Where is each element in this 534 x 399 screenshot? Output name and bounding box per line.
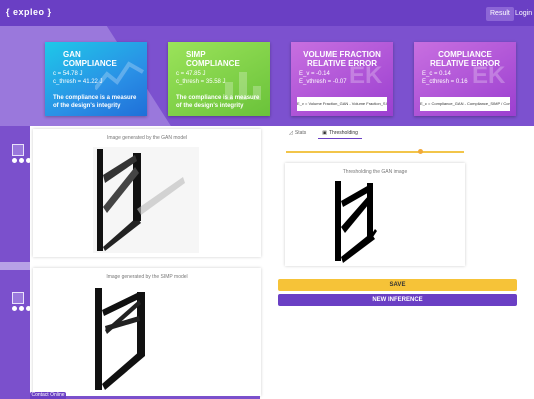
simp-image-panel: Image generated by the SIMP model — [33, 268, 261, 396]
card-title-line: SIMP — [186, 50, 206, 59]
compliance-thresh-value: c_thresh = 41.22 J — [53, 79, 103, 85]
error-formula: E_v = Volume Fraction_GAN - Volume Fract… — [297, 97, 387, 111]
result-button[interactable]: Result — [486, 7, 514, 21]
card-title: SIMP COMPLIANCE — [186, 50, 270, 68]
new-inference-button[interactable]: NEW INFERENCE — [278, 294, 517, 306]
card-title-line: VOLUME FRACTION — [303, 50, 381, 59]
card-title-line: RELATIVE ERROR — [306, 59, 378, 68]
contact-online-button[interactable]: Contact Online — [30, 392, 66, 399]
card-title-line: COMPLIANCE — [438, 50, 492, 59]
card-title: COMPLIANCE RELATIVE ERROR — [414, 50, 516, 68]
tab-label: Stats — [294, 130, 307, 136]
panel-caption: Thresholding the GAN image — [342, 169, 408, 175]
panel-caption: Image generated by the GAN model — [106, 135, 188, 141]
top-nav-bar: { expleo } Result Login — [0, 0, 534, 26]
card-title-line: RELATIVE ERROR — [429, 59, 501, 68]
card-title-line: GAN — [63, 50, 81, 59]
app-logo[interactable]: { expleo } — [6, 7, 52, 17]
tab-label: Thresholding — [329, 129, 358, 136]
gan-image-panel: Image generated by the GAN model — [33, 129, 261, 257]
card-title: VOLUME FRACTION RELATIVE ERROR — [291, 50, 393, 68]
threshold-slider[interactable] — [286, 151, 464, 153]
login-button[interactable]: Login — [515, 7, 532, 21]
layers-icon[interactable] — [12, 144, 24, 156]
layers-icon[interactable] — [12, 292, 24, 304]
save-button[interactable]: SAVE — [278, 279, 517, 291]
rail-dots-icon[interactable] — [12, 158, 32, 164]
card-title-line: COMPLIANCE — [63, 59, 117, 68]
rail-dots-icon[interactable] — [12, 306, 32, 312]
compliance-value: c = 47.85 J — [176, 71, 206, 77]
gan-compliance-card: GAN COMPLIANCE c = 54.78 J c_thresh = 41… — [45, 42, 147, 116]
volume-fraction-error-card: EK VOLUME FRACTION RELATIVE ERROR E_v = … — [291, 42, 393, 116]
error-value: E_v = -0.14 — [299, 71, 330, 77]
gan-generated-image — [93, 147, 199, 253]
compliance-value: c = 54.78 J — [53, 71, 83, 77]
tab-stats[interactable]: ◿ Stats — [285, 127, 310, 139]
card-title: GAN COMPLIANCE — [63, 50, 147, 68]
panel-caption: Image generated by the SIMP model — [106, 274, 188, 280]
error-value: E_c = 0.14 — [422, 71, 451, 77]
card-values: E_v = -0.14 E_vthresh = -0.07 — [299, 70, 347, 86]
simp-generated-image — [93, 286, 199, 392]
threshold-image-panel: Thresholding the GAN image — [285, 163, 465, 266]
error-formula: E_c = Compliance_GAN - Compliance_SIMP /… — [420, 97, 510, 111]
card-description: The compliance is a measure of the desig… — [53, 95, 137, 109]
image-icon: ▣ — [322, 129, 327, 136]
card-values: c = 54.78 J c_thresh = 41.22 J — [53, 70, 103, 86]
card-title-line: COMPLIANCE — [186, 59, 240, 68]
result-tabs: ◿ Stats ▣ Thresholding — [285, 127, 465, 139]
thresholded-gan-image — [331, 177, 417, 265]
chart-icon: ◿ — [289, 130, 293, 136]
tab-thresholding[interactable]: ▣ Thresholding — [318, 127, 362, 139]
card-values: E_c = 0.14 E_cthresh = 0.16 — [422, 70, 468, 86]
threshold-slider-thumb[interactable] — [418, 149, 423, 154]
error-thresh-value: E_vthresh = -0.07 — [299, 79, 347, 85]
error-thresh-value: E_cthresh = 0.16 — [422, 79, 468, 85]
card-values: c = 47.85 J c_thresh = 35.58 J — [176, 70, 226, 86]
compliance-thresh-value: c_thresh = 35.58 J — [176, 79, 226, 85]
simp-compliance-card: SIMP COMPLIANCE c = 47.85 J c_thresh = 3… — [168, 42, 270, 116]
rail-separator — [0, 262, 30, 270]
compliance-error-card: EK COMPLIANCE RELATIVE ERROR E_c = 0.14 … — [414, 42, 516, 116]
card-description: The compliance is a measure of the desig… — [176, 95, 260, 109]
